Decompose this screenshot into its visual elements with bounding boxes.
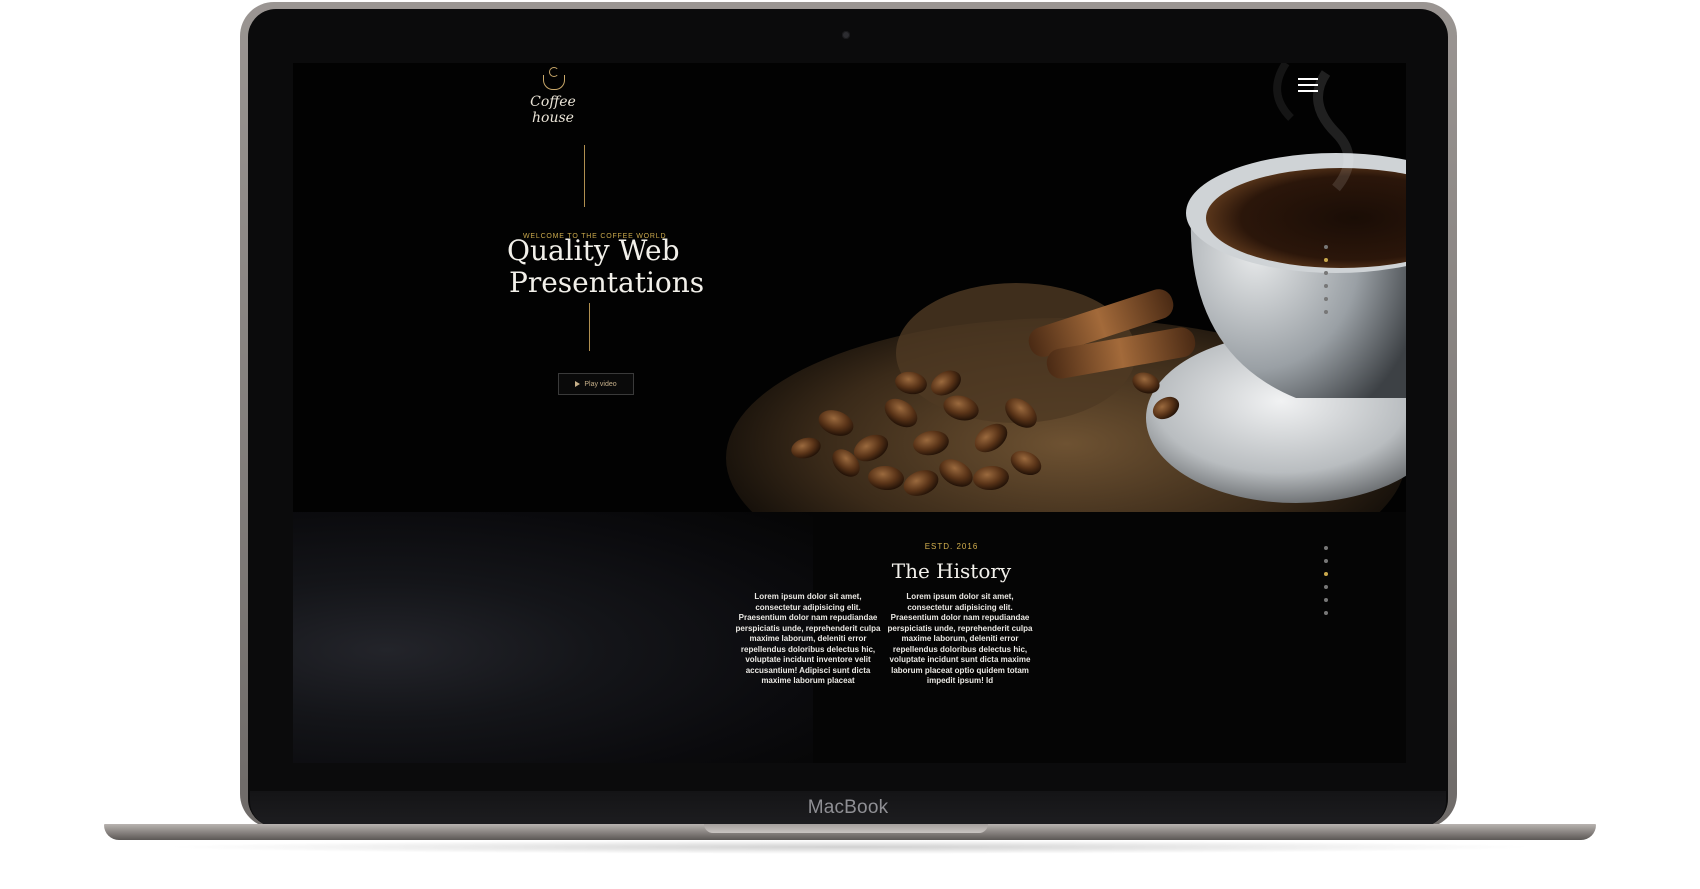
- pager-dot[interactable]: [1324, 598, 1328, 602]
- pager-dot[interactable]: [1324, 546, 1328, 550]
- pager-dot[interactable]: [1324, 284, 1328, 288]
- coffee-illustration: [686, 63, 1406, 558]
- website-screen: Coffee house WELCOME TO THE COFFEE WORLD…: [293, 63, 1406, 763]
- play-video-label: Play video: [584, 380, 617, 388]
- pager-dot[interactable]: [1324, 559, 1328, 563]
- play-icon: [575, 381, 581, 387]
- hamburger-menu-icon[interactable]: [1298, 78, 1318, 92]
- pager-dot[interactable]: [1324, 585, 1328, 589]
- pager-dot[interactable]: [1324, 297, 1328, 301]
- camera-icon: [842, 31, 850, 39]
- hero-divider-top: [584, 145, 585, 207]
- laptop-base-notch: [704, 824, 988, 833]
- laptop-shadow: [160, 840, 1540, 854]
- hero-title: Quality Web Presentations: [507, 235, 704, 299]
- pager-dot[interactable]: [1324, 310, 1328, 314]
- hero-divider-bottom: [589, 303, 590, 351]
- pager-dot-active[interactable]: [1324, 258, 1328, 262]
- history-text-column-2: Lorem ipsum dolor sit amet, consectetur …: [887, 592, 1033, 685]
- history-section: ESTD. 2016 The History Lorem ipsum dolor…: [293, 512, 1406, 763]
- coffee-hero-image: [686, 63, 1406, 558]
- hero-title-line-2: Presentations: [509, 266, 705, 299]
- coffee-cup-icon: [543, 75, 565, 90]
- pager-dot[interactable]: [1324, 611, 1328, 615]
- pager-dot[interactable]: [1324, 271, 1328, 275]
- pager-dot[interactable]: [1324, 245, 1328, 249]
- site-logo[interactable]: Coffee house: [515, 67, 585, 126]
- hero-section: Coffee house WELCOME TO THE COFFEE WORLD…: [293, 63, 1406, 558]
- history-title: The History: [891, 559, 1012, 583]
- hero-title-line-1: Quality Web: [507, 234, 680, 267]
- play-video-button[interactable]: Play video: [558, 373, 634, 395]
- history-text-column-1: Lorem ipsum dolor sit amet, consectetur …: [735, 592, 881, 685]
- pager-dot-active[interactable]: [1324, 572, 1328, 576]
- hero-pager-dots: [1324, 245, 1328, 323]
- laptop-chin: MacBook: [250, 791, 1446, 827]
- device-brand-label: MacBook: [807, 797, 889, 818]
- logo-text: Coffee house: [530, 94, 576, 126]
- history-pager-dots: [1324, 546, 1328, 624]
- history-estd: ESTD. 2016: [924, 542, 979, 551]
